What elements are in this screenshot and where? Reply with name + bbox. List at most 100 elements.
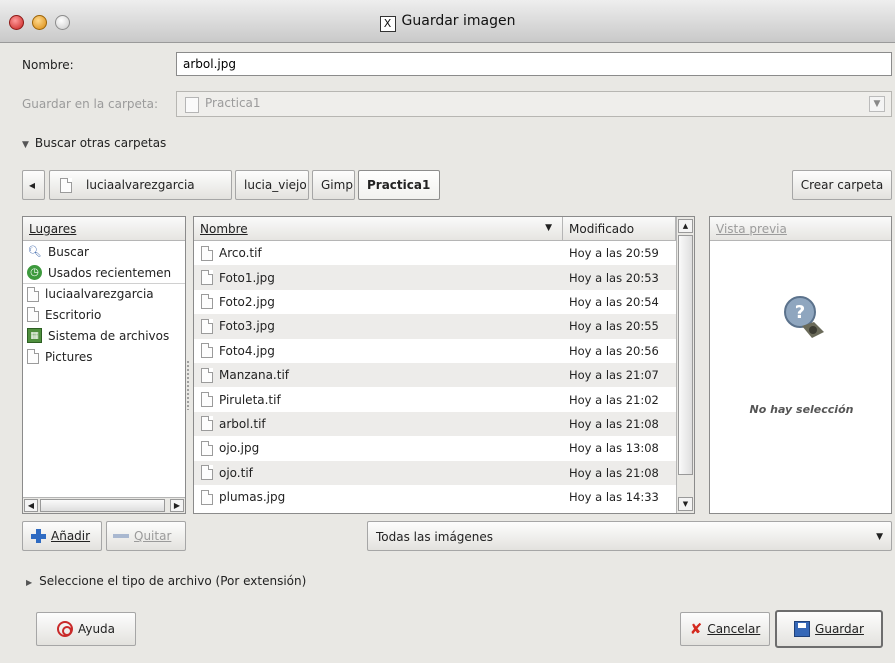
path-crumb-home[interactable]: luciaalvarezgarcia — [49, 170, 232, 200]
preview-panel: Vista previa ? No hay selección — [709, 216, 892, 514]
help-label: Ayuda — [77, 622, 116, 636]
file-row[interactable]: ojo.tif Hoy a las 21:08 — [194, 460, 694, 485]
path-crumb-lucia-viejo[interactable]: lucia_viejo — [235, 170, 309, 200]
scroll-right-icon[interactable]: ▶ — [170, 499, 184, 512]
cancel-button[interactable]: ✘ Cancelar — [680, 612, 770, 646]
window-title: Guardar imagen — [401, 13, 516, 29]
file-modified: Hoy a las 21:02 — [569, 392, 659, 407]
save-in-folder-combo[interactable]: Practica1 ▼ — [176, 91, 892, 117]
cancel-icon: ✘ — [689, 620, 703, 638]
desktop-folder-icon — [27, 307, 39, 322]
file-row[interactable]: Foto1.jpg Hoy a las 20:53 — [194, 265, 694, 290]
places-panel: Lugares 🔍︎ Buscar ◷ Usados recientemen luc… — [22, 216, 186, 514]
path-crumb-gimp[interactable]: Gimp — [312, 170, 355, 200]
file-row[interactable]: ojo.jpg Hoy a las 13:08 — [194, 436, 694, 460]
file-icon — [201, 367, 213, 383]
combo-arrow-icon: ▼ — [876, 532, 883, 542]
path-back-button[interactable]: ◂ — [22, 170, 45, 200]
name-label: Nombre: — [22, 58, 74, 72]
browse-folders-expander[interactable]: ▼ Buscar otras carpetas — [22, 136, 166, 150]
remove-bookmark-button[interactable]: Quitar — [106, 521, 186, 551]
place-label: Sistema de archivos — [48, 328, 170, 343]
file-type-expander[interactable]: ▶ Seleccione el tipo de archivo (Por exte… — [26, 574, 306, 588]
file-row[interactable]: Piruleta.tif Hoy a las 21:02 — [194, 387, 694, 411]
file-row[interactable]: arbol.tif Hoy a las 21:08 — [194, 411, 694, 437]
file-modified: Hoy a las 20:54 — [569, 294, 659, 309]
preview-header: Vista previa — [710, 217, 891, 241]
pane-resize-handle[interactable] — [186, 360, 190, 410]
folder-label: Guardar en la carpeta: — [22, 97, 158, 111]
file-name: Foto4.jpg — [219, 343, 275, 358]
file-row[interactable]: Foto4.jpg Hoy a las 20:56 — [194, 339, 694, 363]
file-row[interactable]: Foto2.jpg Hoy a las 20:54 — [194, 290, 694, 314]
scrollbar-thumb[interactable] — [678, 235, 693, 475]
x11-app-icon: X — [379, 16, 396, 32]
add-label: Añadir — [51, 529, 91, 543]
column-modified-label: Modificado — [569, 222, 635, 236]
question-glyph: ? — [795, 302, 805, 323]
file-modified: Hoy a las 21:07 — [569, 368, 659, 383]
file-modified: Hoy a las 20:56 — [569, 343, 659, 358]
scroll-down-icon[interactable]: ▼ — [678, 497, 693, 511]
collapsed-triangle-icon: ▶ — [26, 578, 33, 587]
no-selection-text: No hay selección — [749, 403, 854, 416]
place-desktop[interactable]: Escritorio — [23, 304, 185, 325]
file-name: ojo.tif — [219, 465, 253, 480]
scrollbar-thumb[interactable] — [40, 499, 165, 512]
scroll-left-icon[interactable]: ◀ — [24, 499, 38, 512]
save-button[interactable]: Guardar — [775, 610, 883, 648]
file-modified: Hoy a las 20:53 — [569, 270, 659, 285]
file-modified: Hoy a las 20:59 — [569, 246, 659, 261]
filter-value: Todas las imágenes — [376, 530, 494, 544]
home-folder-icon — [60, 178, 72, 193]
column-header-modified[interactable]: Modificado — [563, 217, 676, 240]
file-icon — [201, 392, 213, 408]
place-home[interactable]: luciaalvarezgarcia — [23, 283, 185, 304]
file-modified: Hoy a las 21:08 — [569, 416, 659, 431]
minus-icon — [113, 534, 129, 538]
crumb-label: Practica1 — [367, 178, 431, 192]
file-name-input[interactable] — [176, 52, 892, 76]
crumb-label: luciaalvarezgarcia — [86, 178, 195, 192]
window-titlebar: X Guardar imagen — [0, 0, 895, 43]
help-button[interactable]: Ayuda — [36, 612, 136, 646]
folder-icon — [185, 97, 199, 113]
add-bookmark-button[interactable]: Añadir — [22, 521, 102, 551]
filesystem-icon: ▦ — [27, 328, 42, 343]
plus-icon — [29, 528, 47, 544]
file-row[interactable]: plumas.jpg Hoy a las 14:33 — [194, 485, 694, 509]
preview-header-label: Vista previa — [716, 222, 787, 236]
places-horizontal-scrollbar[interactable]: ◀ ▶ — [23, 497, 185, 513]
file-type-expander-label: Seleccione el tipo de archivo (Por exten… — [39, 574, 307, 588]
file-name: Piruleta.tif — [219, 392, 281, 407]
file-filter-combo[interactable]: Todas las imágenes ▼ — [367, 521, 892, 551]
file-row[interactable]: Manzana.tif Hoy a las 21:07 — [194, 362, 694, 388]
place-label: Buscar — [48, 244, 89, 259]
file-name: Foto3.jpg — [219, 319, 275, 334]
file-name: Arco.tif — [219, 246, 262, 261]
place-filesystem[interactable]: ▦ Sistema de archivos — [23, 325, 185, 346]
place-pictures[interactable]: Pictures — [23, 346, 185, 367]
create-folder-button[interactable]: Crear carpeta — [792, 170, 892, 200]
file-modified: Hoy a las 14:33 — [569, 490, 659, 505]
column-header-name[interactable]: Nombre ▼ — [194, 217, 563, 240]
recent-icon: ◷ — [27, 265, 42, 280]
gimp-no-preview-icon: ? — [784, 296, 824, 338]
file-modified: Hoy a las 13:08 — [569, 441, 659, 456]
file-list-vertical-scrollbar[interactable]: ▲ ▼ — [676, 217, 694, 513]
scroll-up-icon[interactable]: ▲ — [678, 219, 693, 233]
places-header[interactable]: Lugares — [23, 217, 185, 241]
place-search[interactable]: 🔍︎ Buscar — [23, 241, 185, 262]
place-recent[interactable]: ◷ Usados recientemen — [23, 262, 185, 283]
file-modified: Hoy a las 20:55 — [569, 319, 659, 334]
lifebuoy-icon — [56, 621, 73, 637]
file-row[interactable]: Arco.tif Hoy a las 20:59 — [194, 241, 694, 265]
search-icon: 🔍︎ — [27, 245, 42, 258]
place-label: Usados recientemen — [48, 265, 172, 280]
file-row[interactable]: Foto3.jpg Hoy a las 20:55 — [194, 314, 694, 339]
file-name: ojo.jpg — [219, 441, 260, 456]
file-list: Nombre ▼ Modificado Arco.tif Hoy a las 20:… — [193, 216, 695, 514]
path-crumb-practica1[interactable]: Practica1 — [358, 170, 440, 200]
folder-icon — [27, 349, 39, 364]
file-name: plumas.jpg — [219, 490, 286, 505]
